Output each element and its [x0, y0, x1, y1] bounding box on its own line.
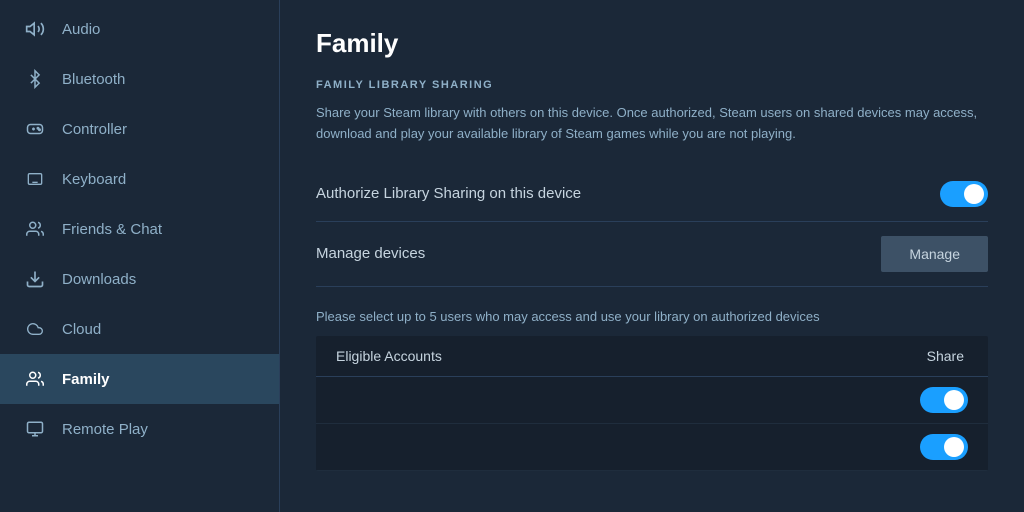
sidebar-item-friends-chat[interactable]: Friends & Chat: [0, 204, 279, 254]
cloud-icon: [24, 318, 46, 340]
sidebar-item-audio[interactable]: Audio: [0, 4, 279, 54]
manage-devices-row: Manage devices Manage: [316, 222, 988, 287]
eligible-share-toggle-2[interactable]: [920, 434, 968, 460]
sidebar: Audio Bluetooth Controller: [0, 0, 280, 512]
sidebar-item-controller[interactable]: Controller: [0, 104, 279, 154]
sidebar-label-cloud: Cloud: [62, 321, 101, 338]
eligible-section: Please select up to 5 users who may acce…: [316, 309, 988, 471]
section-title: FAMILY LIBRARY SHARING: [316, 79, 988, 91]
bluetooth-icon: [24, 68, 46, 90]
sidebar-item-keyboard[interactable]: Keyboard: [0, 154, 279, 204]
authorize-toggle[interactable]: [940, 181, 988, 207]
eligible-header-share: Share: [927, 348, 964, 364]
audio-icon: [24, 18, 46, 40]
authorize-row: Authorize Library Sharing on this device: [316, 167, 988, 222]
sidebar-item-family[interactable]: Family: [0, 354, 279, 404]
authorize-label: Authorize Library Sharing on this device: [316, 185, 581, 202]
sidebar-item-bluetooth[interactable]: Bluetooth: [0, 54, 279, 104]
sidebar-label-friends-chat: Friends & Chat: [62, 221, 162, 238]
sidebar-label-bluetooth: Bluetooth: [62, 71, 125, 88]
sidebar-item-downloads[interactable]: Downloads: [0, 254, 279, 304]
sidebar-label-keyboard: Keyboard: [62, 171, 126, 188]
eligible-row: [316, 424, 988, 471]
eligible-header-label: Eligible Accounts: [336, 348, 442, 364]
manage-button[interactable]: Manage: [881, 236, 988, 272]
page-title: Family: [316, 28, 988, 59]
eligible-header: Eligible Accounts Share: [316, 336, 988, 377]
sidebar-label-downloads: Downloads: [62, 271, 136, 288]
sidebar-label-family: Family: [62, 371, 110, 388]
eligible-row: [316, 377, 988, 424]
sidebar-item-remote-play[interactable]: Remote Play: [0, 404, 279, 454]
sidebar-label-controller: Controller: [62, 121, 127, 138]
manage-devices-label: Manage devices: [316, 245, 425, 262]
downloads-icon: [24, 268, 46, 290]
controller-icon: [24, 118, 46, 140]
sidebar-item-cloud[interactable]: Cloud: [0, 304, 279, 354]
sidebar-label-remote-play: Remote Play: [62, 421, 148, 438]
remote-play-icon: [24, 418, 46, 440]
family-icon: [24, 368, 46, 390]
friends-icon: [24, 218, 46, 240]
description: Share your Steam library with others on …: [316, 103, 988, 145]
eligible-share-toggle-1[interactable]: [920, 387, 968, 413]
sidebar-label-audio: Audio: [62, 21, 100, 38]
eligible-desc: Please select up to 5 users who may acce…: [316, 309, 988, 324]
main-content: Family FAMILY LIBRARY SHARING Share your…: [280, 0, 1024, 512]
eligible-table: Eligible Accounts Share: [316, 336, 988, 471]
keyboard-icon: [24, 168, 46, 190]
